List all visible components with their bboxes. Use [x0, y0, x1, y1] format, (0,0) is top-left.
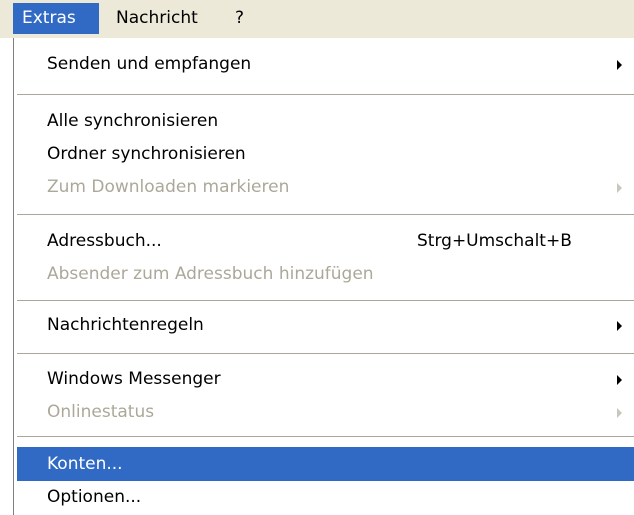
menu-separator	[17, 94, 634, 95]
menu-item-alle-synchronisieren[interactable]: Alle synchronisieren	[17, 104, 634, 138]
extras-dropdown-menu: Senden und empfangen Alle synchronisiere…	[13, 38, 634, 515]
menu-separator	[17, 214, 634, 215]
submenu-arrow-icon	[617, 408, 622, 418]
submenu-arrow-icon	[617, 375, 622, 385]
submenu-arrow-icon	[617, 183, 622, 193]
menu-item-label: Ordner synchronisieren	[47, 144, 246, 164]
menu-item-zum-downloaden-markieren: Zum Downloaden markieren	[17, 170, 634, 204]
menu-item-absender-hinzufuegen: Absender zum Adressbuch hinzufügen	[17, 257, 634, 291]
menu-item-windows-messenger[interactable]: Windows Messenger	[17, 362, 634, 396]
menu-item-ordner-synchronisieren[interactable]: Ordner synchronisieren	[17, 137, 634, 171]
menubar-item-extras[interactable]: Extras	[13, 3, 99, 34]
menu-item-adressbuch[interactable]: Adressbuch... Strg+Umschalt+B	[17, 224, 634, 258]
menubar-item-help[interactable]: ?	[226, 3, 256, 34]
menu-item-label: Optionen...	[47, 487, 142, 507]
menu-separator	[17, 436, 634, 437]
menu-item-label: Onlinestatus	[47, 402, 155, 422]
menu-separator	[17, 300, 634, 301]
menu-item-optionen[interactable]: Optionen...	[17, 480, 634, 514]
menu-item-label: Nachrichtenregeln	[47, 315, 204, 335]
menu-item-nachrichtenregeln[interactable]: Nachrichtenregeln	[17, 308, 634, 342]
menu-item-label: Windows Messenger	[47, 369, 221, 389]
menu-item-label: Konten...	[47, 454, 123, 474]
menubar-item-nachricht[interactable]: Nachricht	[107, 3, 217, 34]
menu-item-label: Absender zum Adressbuch hinzufügen	[47, 264, 374, 284]
menu-separator	[17, 353, 634, 354]
submenu-arrow-icon	[617, 321, 622, 331]
menu-item-senden-und-empfangen[interactable]: Senden und empfangen	[17, 47, 634, 81]
menu-item-label: Alle synchronisieren	[47, 111, 219, 131]
menu-item-konten[interactable]: Konten...	[17, 447, 634, 481]
menu-item-shortcut: Strg+Umschalt+B	[417, 231, 572, 251]
submenu-arrow-icon	[617, 60, 622, 70]
menu-item-label: Senden und empfangen	[47, 54, 252, 74]
menu-item-onlinestatus: Onlinestatus	[17, 395, 634, 429]
menu-item-label: Zum Downloaden markieren	[47, 177, 290, 197]
menu-bar: Extras Nachricht ?	[0, 0, 634, 38]
menu-item-label: Adressbuch...	[47, 231, 162, 251]
